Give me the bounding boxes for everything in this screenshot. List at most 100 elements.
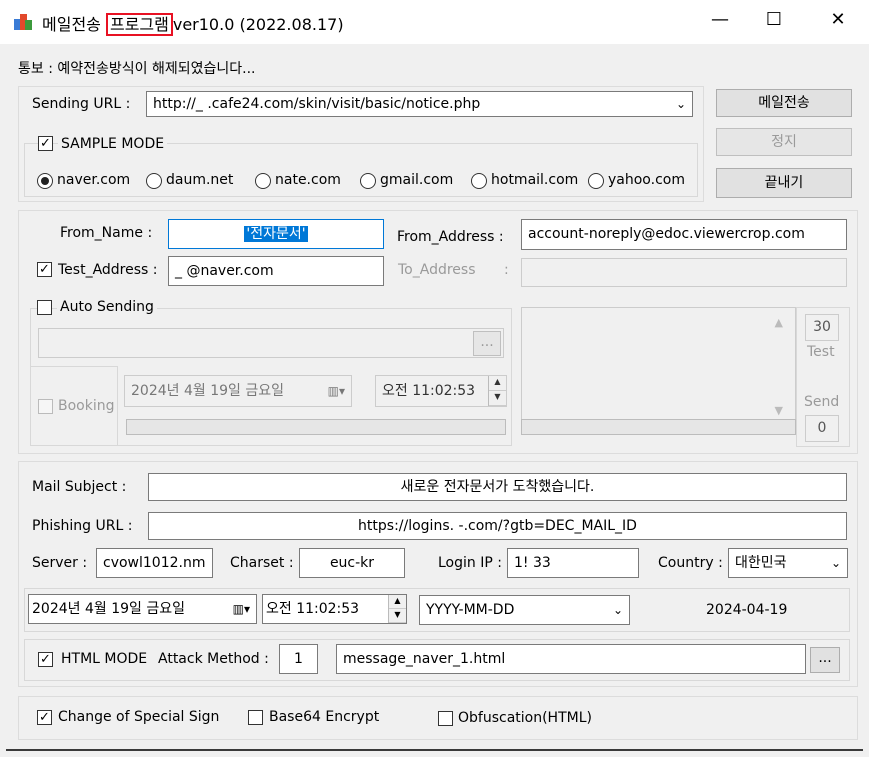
send-progress-bar [521,419,796,435]
country-value: 대한민국 [735,555,787,571]
scroll-up-icon[interactable]: ▲ [775,316,783,329]
app-icon [14,14,32,30]
from-name-label: From_Name : [60,225,153,241]
html-mode-label: HTML MODE [61,651,148,667]
charset-label: Charset : [230,555,294,571]
charset-input[interactable]: euc-kr [299,548,405,578]
stop-button[interactable]: 정지 [716,128,852,156]
attack-method-label: Attack Method : [158,651,269,667]
time-picker[interactable]: 오전 11:02:53 ▲ ▼ [262,594,407,624]
login-ip-label: Login IP : [438,555,502,571]
booking-time-picker[interactable]: 오전 11:02:53 ▲ ▼ [375,375,507,407]
chevron-down-icon: ⌄ [612,603,623,617]
notice-text: 통보 : 예약전송방식이 해제되였습니다... [18,61,256,77]
radio-nate[interactable] [255,173,271,189]
auto-sending-label: Auto Sending [57,299,157,315]
booking-time-spinner[interactable]: ▲ ▼ [488,376,506,406]
chevron-down-icon: ⌄ [830,556,841,570]
bottom-border [6,749,863,751]
time-spinner[interactable]: ▲ ▼ [388,595,406,623]
booking-label: Booking [58,398,115,414]
sample-mode-label: SAMPLE MODE [58,136,168,152]
booking-progress-bar [126,419,506,435]
login-ip-input[interactable]: 1! 33 [507,548,639,578]
server-input[interactable]: cvowl1012.nm [96,548,213,578]
phishing-url-input[interactable]: https://logins. -.com/?gtb=DEC_MAIL_ID [148,512,847,540]
booking-date-value: 2024년 4월 19일 금요일 [131,383,284,399]
title-suffix: ver10.0 (2022.08.17) [172,15,344,34]
booking-date-picker[interactable]: 2024년 4월 19일 금요일 ▥▾ [124,375,352,407]
mail-subject-input[interactable]: 새로운 전자문서가 도착했습니다. [148,473,847,501]
radio-hotmail-label: hotmail.com [491,172,579,188]
radio-nate-label: nate.com [275,172,341,188]
from-name-value: '전자문서' [244,226,308,242]
radio-gmail[interactable] [360,173,376,189]
obfuscation-checkbox[interactable] [438,711,453,726]
send-count-input[interactable]: 0 [805,415,839,442]
sending-url-select[interactable]: http://_ .cafe24.com/skin/visit/basic/no… [146,91,693,117]
chevron-down-icon: ⌄ [675,97,686,111]
date-display: 2024-04-19 [706,602,788,618]
auto-sending-browse-button[interactable]: ... [473,331,501,356]
to-address-input[interactable] [521,258,847,287]
calendar-icon: ▥▾ [327,384,345,398]
html-file-browse-button[interactable]: ... [810,647,840,673]
to-address-colon: : [504,262,509,278]
country-label: Country : [658,555,723,571]
radio-daum-label: daum.net [166,172,234,188]
sample-mode-checkbox[interactable]: ✓ [38,136,53,151]
obfuscation-label: Obfuscation(HTML) [458,710,592,726]
test-label: Test [807,344,835,360]
to-address-label: To_Address [398,262,476,278]
server-label: Server : [32,555,88,571]
test-address-label: Test_Address : [58,262,158,278]
radio-yahoo[interactable] [588,173,604,189]
date-format-value: YYYY-MM-DD [426,602,515,618]
close-button[interactable]: ✕ [815,0,861,40]
time-value: 오전 11:02:53 [266,601,360,617]
date-value: 2024년 4월 19일 금요일 [32,601,185,617]
base64-label: Base64 Encrypt [269,709,380,725]
auto-sending-checkbox[interactable] [37,300,52,315]
special-sign-label: Change of Special Sign [58,709,220,725]
radio-yahoo-label: yahoo.com [608,172,685,188]
auto-sending-path-input[interactable] [38,328,504,358]
title-prefix: 메일전송 [42,15,106,34]
date-picker[interactable]: 2024년 4월 19일 금요일 ▥▾ [28,594,257,624]
radio-daum[interactable] [146,173,162,189]
sending-url-label: Sending URL : [32,96,131,112]
phishing-url-label: Phishing URL : [32,518,133,534]
special-sign-checkbox[interactable]: ✓ [37,710,52,725]
radio-naver[interactable] [37,173,53,189]
exit-button[interactable]: 끝내기 [716,168,852,198]
booking-checkbox[interactable] [38,399,53,414]
window-title: 메일전송 프로그램 ver10.0 (2022.08.17) [42,11,344,36]
booking-time-value: 오전 11:02:53 [382,383,476,399]
mail-subject-label: Mail Subject : [32,479,127,495]
from-name-input[interactable]: '전자문서' [168,219,384,249]
send-label: Send [804,394,840,410]
title-bar: 메일전송 프로그램 ver10.0 (2022.08.17) — ☐ ✕ [0,0,869,44]
scroll-down-icon[interactable]: ▼ [775,404,783,417]
radio-hotmail[interactable] [471,173,487,189]
radio-naver-label: naver.com [57,172,131,188]
main-window: 메일전송 프로그램 ver10.0 (2022.08.17) — ☐ ✕ 통보 :… [0,0,869,757]
from-address-label: From_Address : [397,229,504,245]
send-mail-button[interactable]: 메일전송 [716,89,852,117]
count-input[interactable]: 30 [805,314,839,341]
test-address-input[interactable]: _ @naver.com [168,256,384,286]
test-address-checkbox[interactable]: ✓ [37,262,52,277]
maximize-button[interactable]: ☐ [751,0,797,40]
radio-gmail-label: gmail.com [380,172,454,188]
base64-checkbox[interactable] [248,710,263,725]
minimize-button[interactable]: — [697,0,743,40]
title-highlight: 프로그램 [105,13,173,36]
html-mode-checkbox[interactable]: ✓ [38,652,53,667]
from-address-input[interactable]: account-noreply@edoc.viewercrop.com [521,219,847,250]
country-select[interactable]: 대한민국 ⌄ [728,548,848,578]
date-format-select[interactable]: YYYY-MM-DD ⌄ [419,595,630,625]
html-file-input[interactable]: message_naver_1.html [336,644,806,674]
log-textarea[interactable]: ▲ ▼ [521,307,796,424]
sending-url-value: http://_ .cafe24.com/skin/visit/basic/no… [153,96,481,112]
attack-method-input[interactable]: 1 [279,644,318,674]
